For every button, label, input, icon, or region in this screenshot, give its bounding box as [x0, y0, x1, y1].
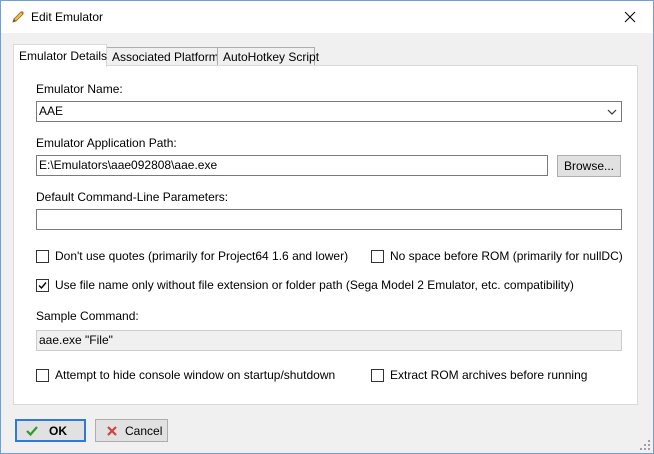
no-quotes-label: Don't use quotes (primarily for Project6… — [55, 249, 349, 263]
params-input[interactable] — [36, 209, 622, 230]
params-label: Default Command-Line Parameters: — [36, 190, 229, 204]
app-path-input[interactable]: E:\Emulators\aae092808\aae.exe — [36, 155, 548, 176]
close-icon — [624, 11, 636, 23]
cancel-button[interactable]: Cancel — [95, 419, 168, 442]
hide-console-option[interactable]: Attempt to hide console window on startu… — [36, 367, 335, 383]
resize-grip-icon[interactable] — [640, 440, 651, 451]
hide-console-checkbox[interactable] — [36, 368, 49, 382]
cancel-x-icon — [107, 425, 117, 436]
no-quotes-checkbox[interactable] — [36, 249, 49, 263]
file-name-only-option[interactable]: Use file name only without file extensio… — [36, 277, 574, 293]
browse-button[interactable]: Browse... — [557, 155, 621, 177]
checkmark-icon — [26, 425, 38, 436]
edit-emulator-dialog: Edit Emulator Emulator Details Associate… — [0, 0, 654, 454]
tab-autohotkey-script[interactable]: AutoHotkey Script — [217, 47, 319, 66]
extract-rom-option[interactable]: Extract ROM archives before running — [371, 367, 587, 383]
sample-command-label: Sample Command: — [36, 309, 139, 323]
no-space-checkbox[interactable] — [371, 249, 384, 263]
checkmark-icon — [38, 281, 47, 289]
cancel-label: Cancel — [125, 423, 163, 438]
close-button[interactable] — [607, 1, 653, 33]
chevron-down-icon — [607, 109, 617, 115]
file-name-only-label: Use file name only without file extensio… — [55, 278, 574, 292]
tab-associated-platforms[interactable]: Associated Platforms — [106, 47, 225, 66]
title-bar: Edit Emulator — [1, 1, 653, 33]
extract-rom-label: Extract ROM archives before running — [390, 368, 588, 382]
hide-console-label: Attempt to hide console window on startu… — [55, 368, 336, 382]
extract-rom-checkbox[interactable] — [371, 368, 384, 382]
ok-label: OK — [49, 423, 67, 438]
emulator-name-label: Emulator Name: — [36, 82, 123, 96]
emulator-details-panel: Emulator Name: AAE Emulator Application … — [13, 65, 638, 405]
window-title: Edit Emulator — [31, 10, 104, 24]
no-quotes-option[interactable]: Don't use quotes (primarily for Project6… — [36, 248, 348, 264]
file-name-only-checkbox[interactable] — [36, 278, 49, 292]
emulator-name-value: AAE — [39, 104, 64, 118]
tab-emulator-details[interactable]: Emulator Details — [13, 44, 107, 67]
app-path-label: Emulator Application Path: — [36, 136, 177, 150]
ok-button[interactable]: OK — [15, 419, 86, 442]
sample-command-field: aae.exe "File" — [36, 330, 622, 351]
no-space-label: No space before ROM (primarily for nullD… — [390, 249, 623, 263]
emulator-name-combobox[interactable]: AAE — [36, 101, 622, 122]
no-space-option[interactable]: No space before ROM (primarily for nullD… — [371, 248, 623, 264]
pencil-icon — [12, 11, 24, 23]
